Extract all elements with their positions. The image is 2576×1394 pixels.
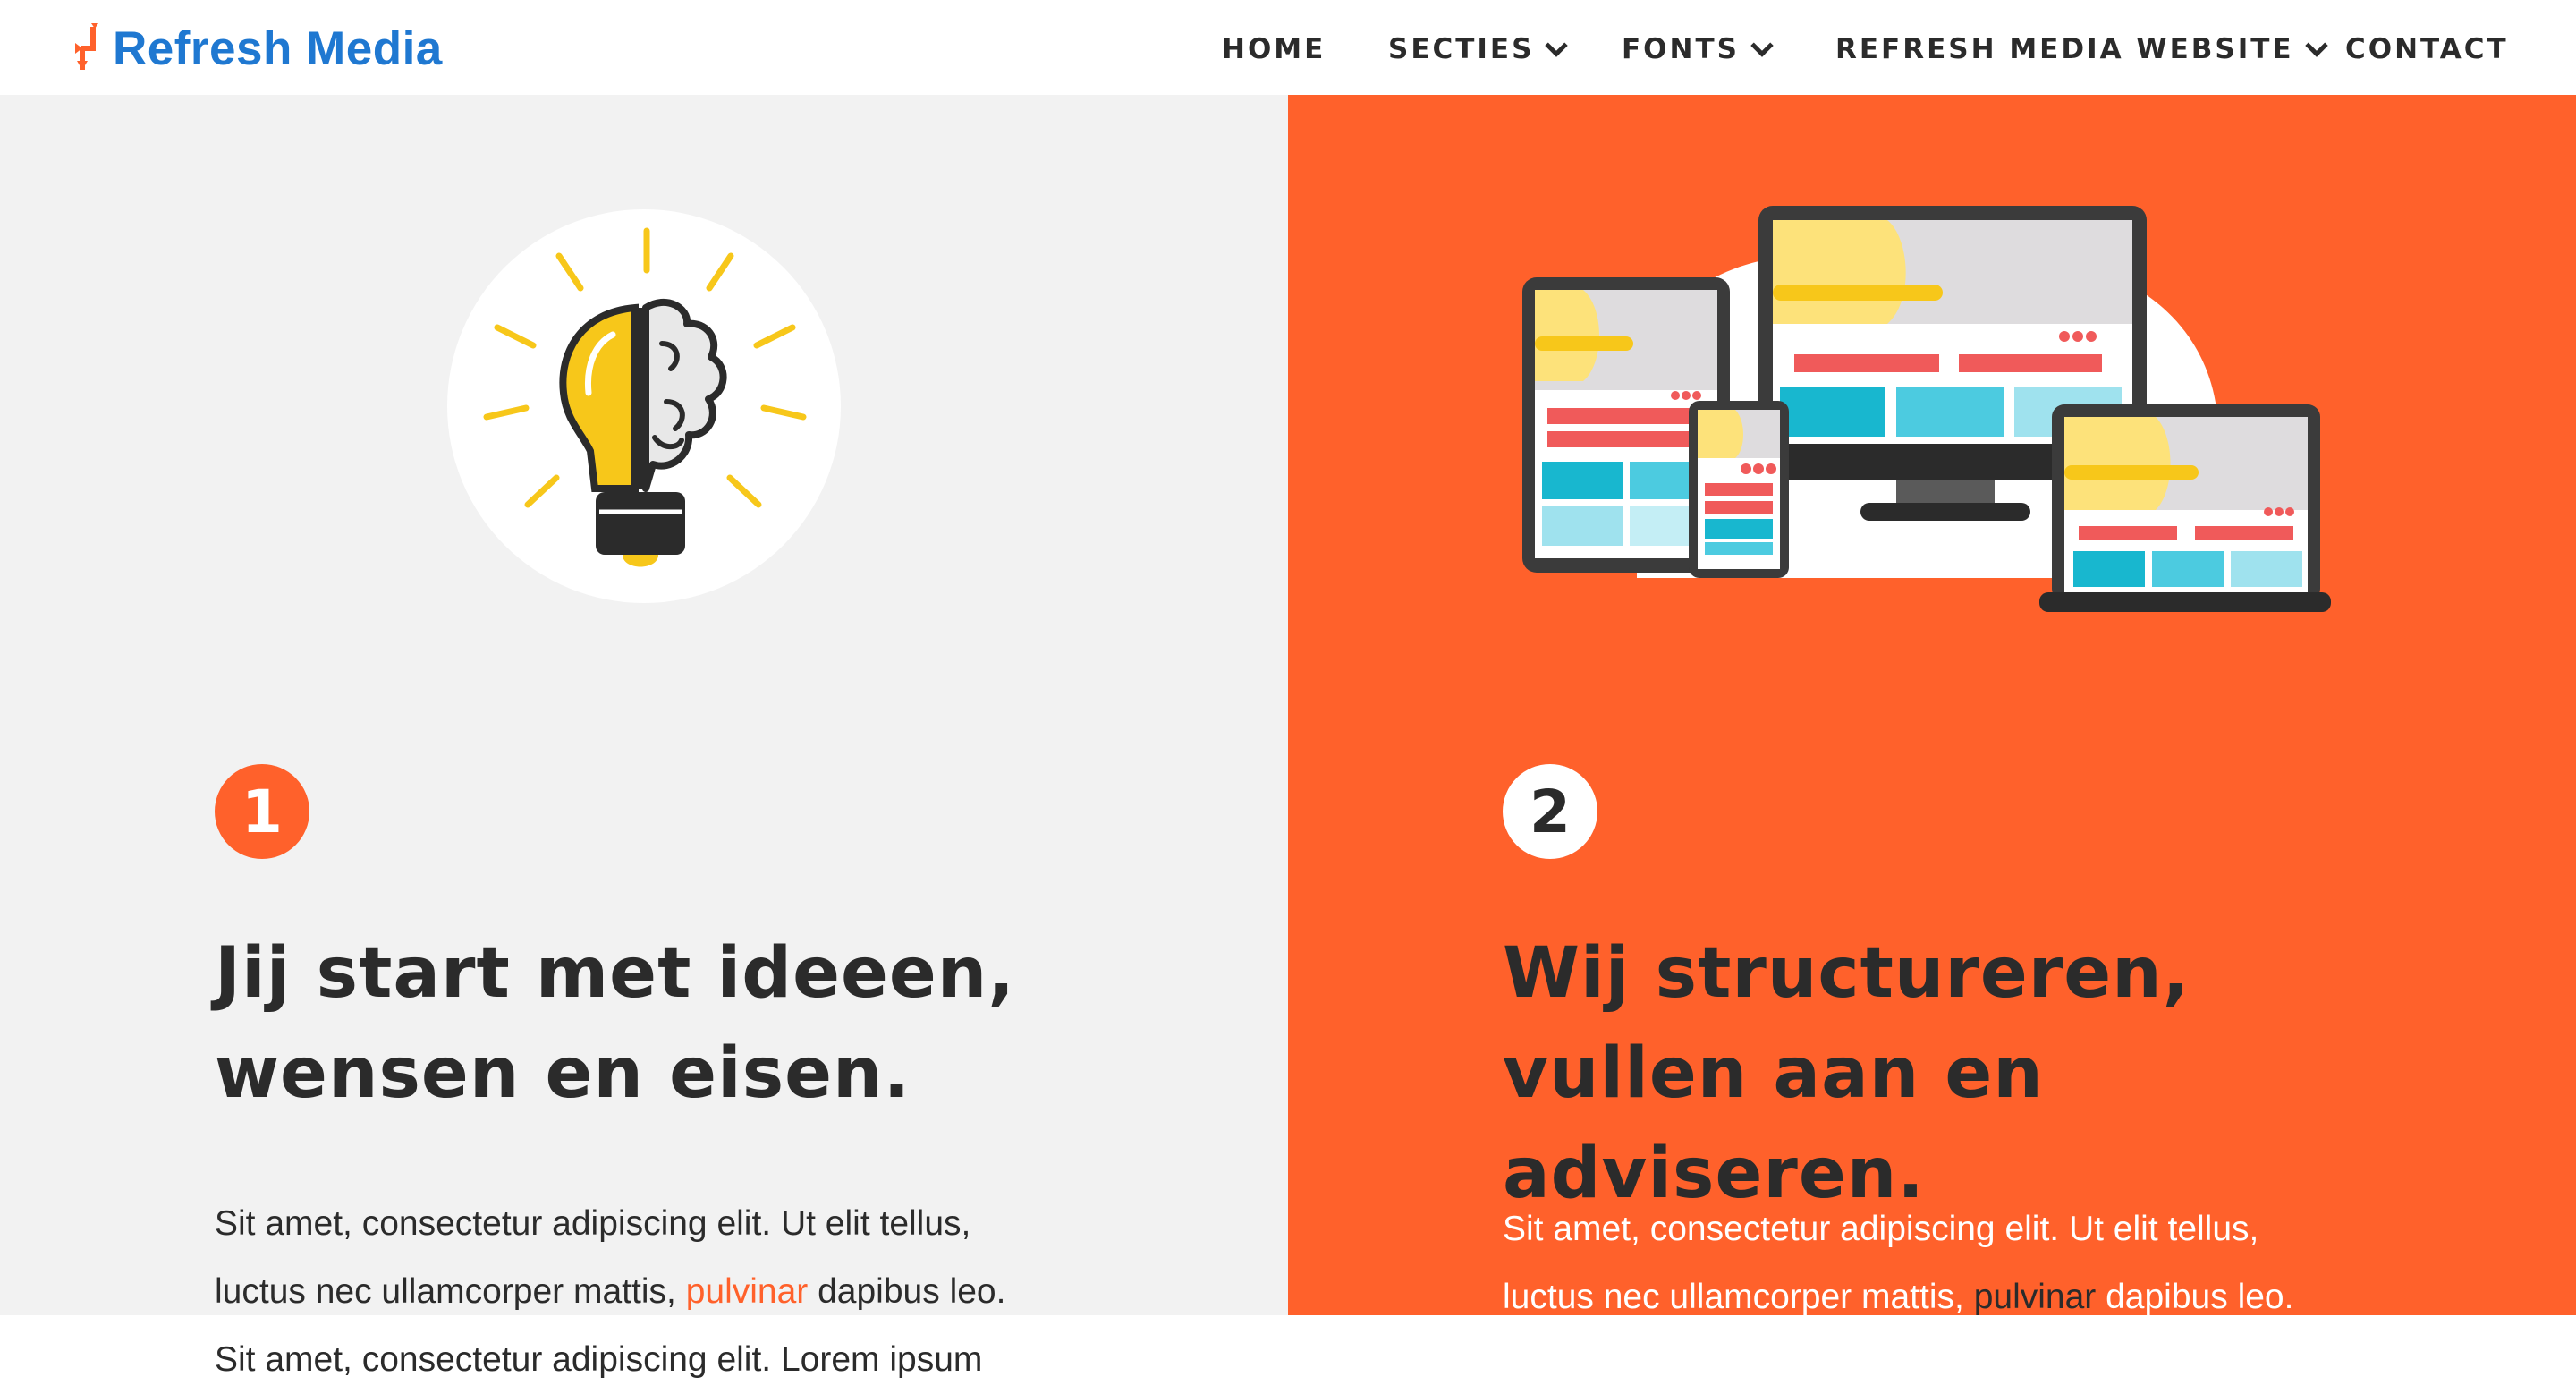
heading-line: vullen aan en <box>1503 1033 2044 1114</box>
chevron-down-icon <box>2304 34 2328 57</box>
nav-item-fonts[interactable]: FONTS <box>1622 27 1774 72</box>
step-description: Sit amet, consectetur adipiscing elit. U… <box>1503 1195 2433 1331</box>
site-header: Refresh Media HOME SECTIES FONTS REFRESH… <box>0 0 2576 95</box>
nav-item-home[interactable]: HOME <box>1222 27 1326 72</box>
text-fragment: luctus nec ullamcorper mattis, <box>1503 1278 1974 1316</box>
step-heading: Jij start met ideeen, wensen en eisen. <box>215 923 1015 1124</box>
logo-text: Refresh Media <box>113 21 443 75</box>
nav-label: FONTS <box>1622 33 1740 65</box>
step-panel-2: 2 Wij structureren, vullen aan en advise… <box>1288 95 2576 1316</box>
chevron-down-icon <box>1750 34 1774 57</box>
step-description: Sit amet, consectetur adipiscing elit. U… <box>215 1190 1145 1394</box>
step-panel-1: 1 Jij start met ideeen, wensen en eisen.… <box>0 95 1288 1379</box>
lightbulb-brain-icon <box>447 209 841 603</box>
heading-line: wensen en eisen. <box>215 1033 911 1114</box>
text-line: Sit amet, consectetur adipiscing elit. U… <box>1503 1210 2259 1248</box>
responsive-devices-icon <box>1522 206 2331 612</box>
step-number-badge: 1 <box>215 764 309 859</box>
text-fragment: dapibus leo. <box>2096 1278 2294 1316</box>
nav-label: REFRESH MEDIA WEBSITE <box>1835 33 2294 65</box>
step-number-badge: 2 <box>1503 764 1597 859</box>
text-fragment: luctus nec ullamcorper mattis, <box>215 1272 686 1311</box>
text-line: luctus nec ullamcorper mattis, pulvinar … <box>1503 1263 2433 1331</box>
text-line: luctus nec ullamcorper mattis, pulvinar … <box>215 1258 1145 1326</box>
heading-line: Wij structureren, <box>1503 933 2190 1014</box>
nav-item-secties[interactable]: SECTIES <box>1388 27 1569 72</box>
highlight-link[interactable]: pulvinar <box>686 1272 809 1311</box>
nav-label: HOME <box>1222 33 1326 65</box>
refresh-arrows-icon <box>75 23 98 70</box>
heading-line: Jij start met ideeen, <box>215 933 1015 1014</box>
nav-item-refresh-media-website[interactable]: REFRESH MEDIA WEBSITE <box>1835 27 2328 72</box>
nav-label: CONTACT <box>2345 33 2509 65</box>
chevron-down-icon <box>1545 34 1569 57</box>
text-fragment: dapibus leo. <box>808 1272 1006 1311</box>
text-line: Sit amet, consectetur adipiscing elit. U… <box>215 1204 971 1243</box>
text-line: Sit amet, consectetur adipiscing elit. L… <box>215 1340 983 1379</box>
highlight-link[interactable]: pulvinar <box>1974 1278 2097 1316</box>
step-heading: Wij structureren, vullen aan en advisere… <box>1503 923 2190 1224</box>
logo[interactable]: Refresh Media <box>72 20 443 77</box>
nav-item-contact[interactable]: CONTACT <box>2345 27 2509 72</box>
nav-label: SECTIES <box>1388 33 1535 65</box>
